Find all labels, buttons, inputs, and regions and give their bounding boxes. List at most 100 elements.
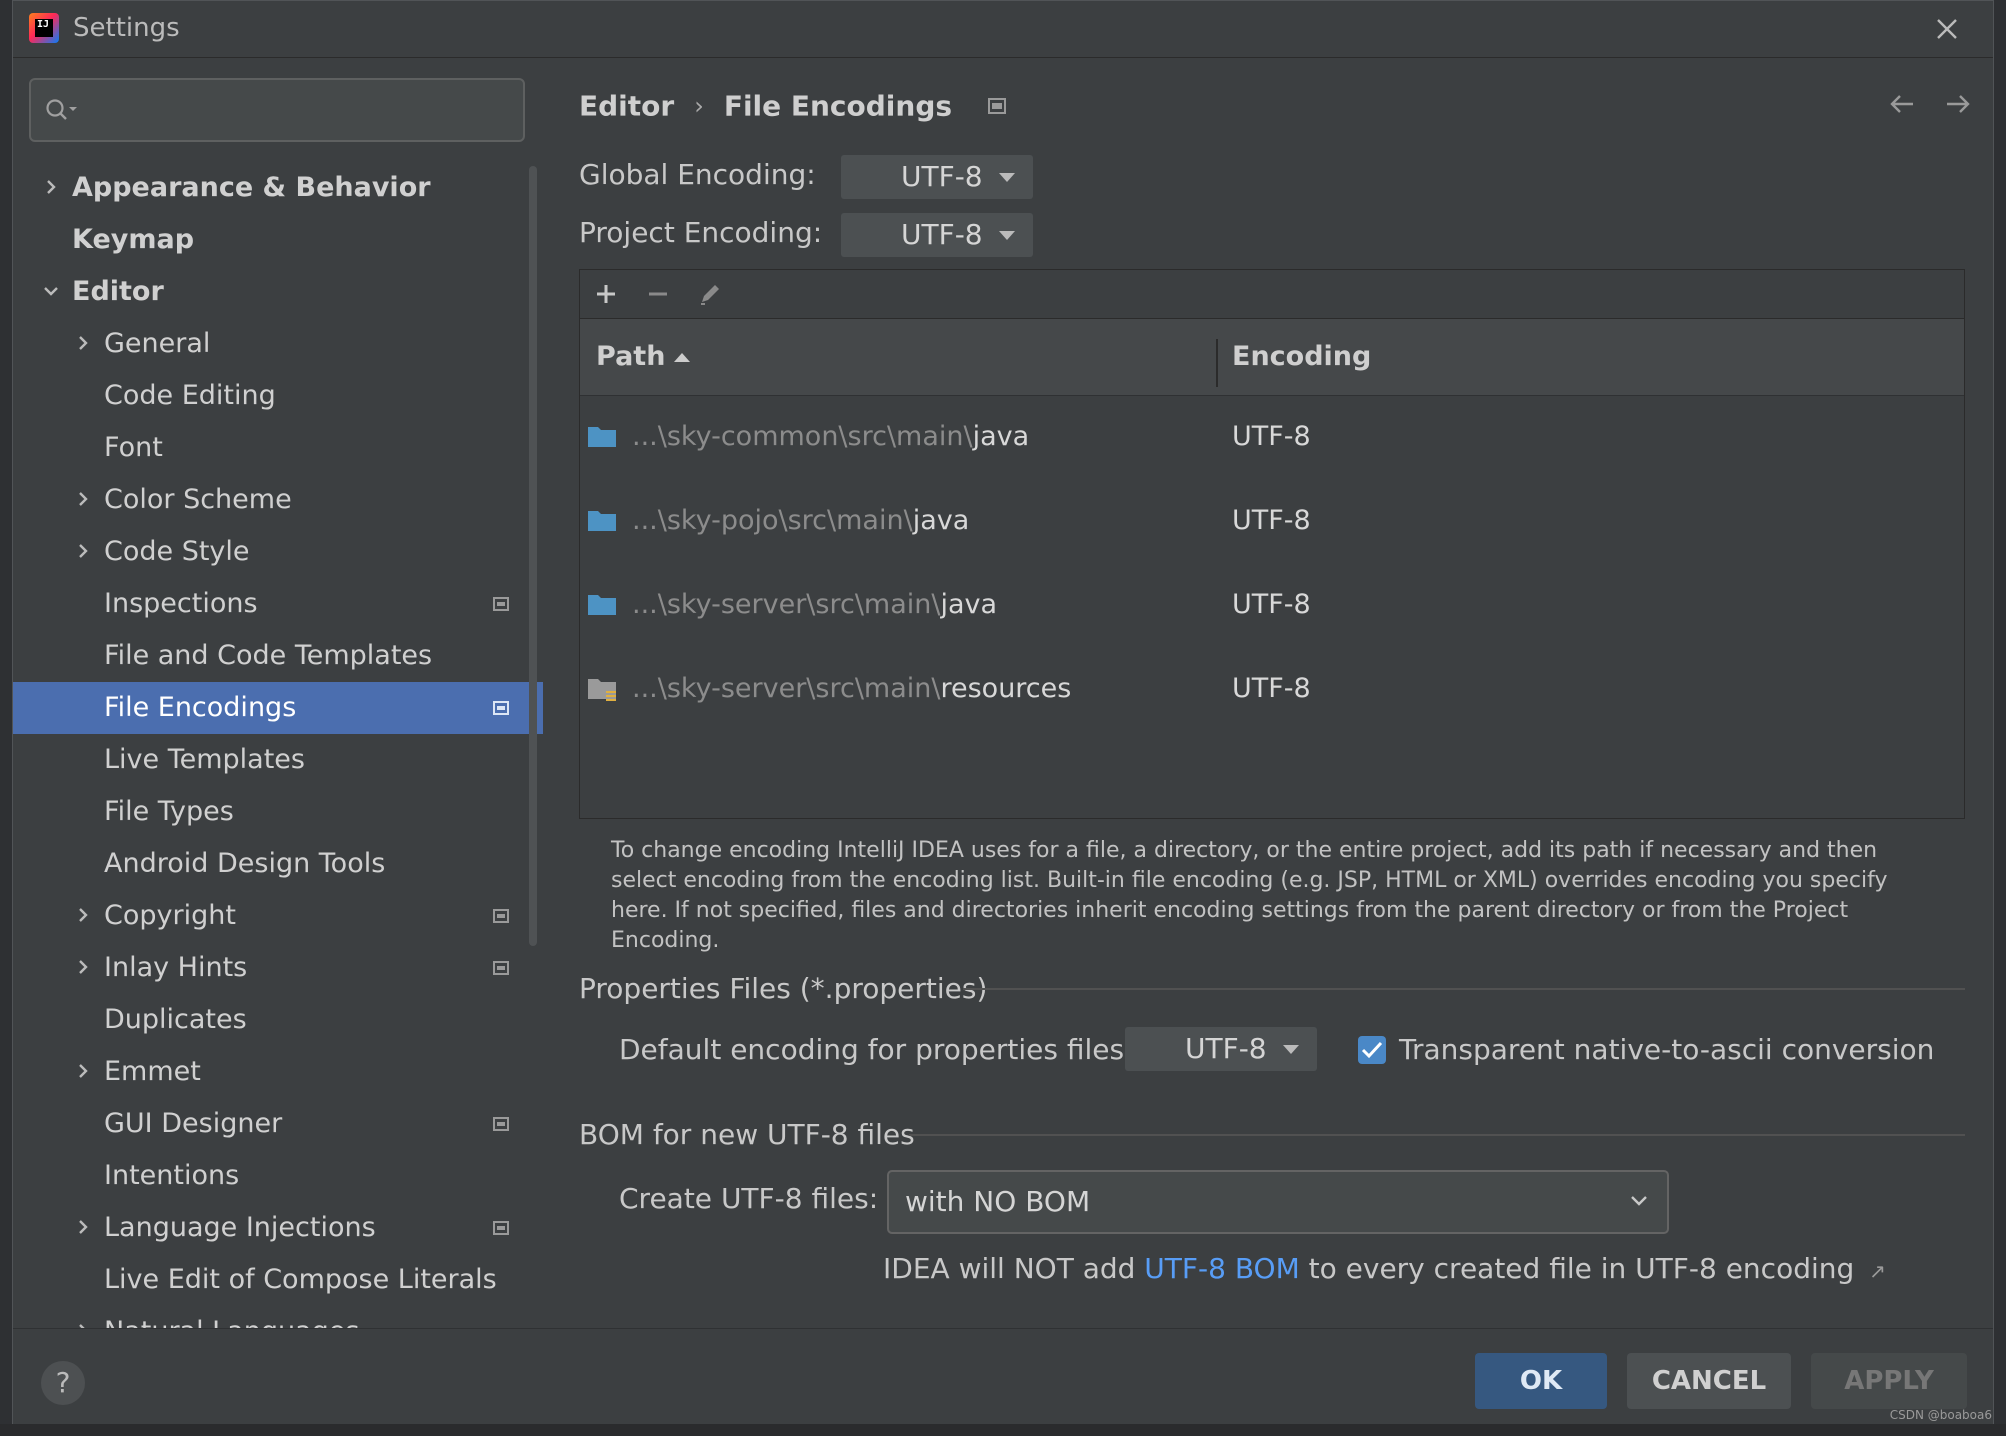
folder-icon [588, 595, 616, 615]
close-icon[interactable] [1931, 13, 1963, 45]
native-to-ascii-checkbox[interactable] [1358, 1036, 1386, 1064]
properties-encoding-select[interactable]: UTF-8 [1125, 1027, 1317, 1071]
table-row[interactable]: ...\sky-common\src\main\java UTF-8 [580, 395, 1964, 479]
sidebar-item-label: General [104, 328, 211, 359]
edit-icon[interactable] [694, 278, 726, 310]
sidebar-item-natural-languages[interactable]: Natural Languages [13, 1306, 543, 1328]
project-scope-icon [987, 98, 1006, 114]
breadcrumb-parent[interactable]: Editor [579, 90, 674, 123]
apply-button[interactable]: APPLY [1811, 1353, 1967, 1409]
sidebar-item-appearance-behavior[interactable]: Appearance & Behavior [13, 162, 543, 214]
utf8-bom-link[interactable]: UTF-8 BOM [1144, 1252, 1299, 1285]
row-encoding[interactable]: UTF-8 [1232, 563, 1311, 647]
sidebar-item-code-style[interactable]: Code Style [13, 526, 543, 578]
sidebar-item-file-and-code-templates[interactable]: File and Code Templates [13, 630, 543, 682]
native-to-ascii-label[interactable]: Transparent native-to-ascii conversion [1399, 1033, 1934, 1066]
sidebar-item-label: Natural Languages [104, 1306, 360, 1328]
bom-select[interactable]: with NO BOM [887, 1170, 1669, 1234]
sidebar-item-file-types[interactable]: File Types [13, 786, 543, 838]
encoding-help-text: To change encoding IntelliJ IDEA uses fo… [611, 838, 1888, 953]
sidebar-item-duplicates[interactable]: Duplicates [13, 994, 543, 1046]
properties-default-encoding-label: Default encoding for properties files: [619, 1033, 1134, 1066]
global-encoding-select[interactable]: UTF-8 [841, 155, 1033, 199]
sidebar-item-label: Intentions [104, 1160, 240, 1191]
chevron-right-icon[interactable] [73, 905, 93, 925]
sidebar-item-code-editing[interactable]: Code Editing [13, 370, 543, 422]
remove-icon[interactable] [642, 278, 674, 310]
chevron-right-icon[interactable] [73, 1321, 93, 1328]
row-path-leaf: java [972, 421, 1030, 452]
chevron-right-icon[interactable] [73, 541, 93, 561]
column-header-path[interactable]: Path [596, 319, 665, 395]
sidebar-item-emmet[interactable]: Emmet [13, 1046, 543, 1098]
sidebar-item-language-injections[interactable]: Language Injections [13, 1202, 543, 1254]
folder-icon [588, 511, 616, 531]
row-encoding[interactable]: UTF-8 [1232, 647, 1311, 731]
table-row[interactable]: ...\sky-server\src\main\resources UTF-8 [580, 647, 1964, 731]
chevron-right-icon[interactable] [73, 1217, 93, 1237]
project-scope-icon [493, 961, 509, 975]
project-scope-icon [493, 597, 509, 611]
ok-button[interactable]: OK [1475, 1353, 1607, 1409]
global-encoding-label: Global Encoding: [579, 158, 816, 191]
external-link-arrow-icon[interactable]: ↗ [1869, 1259, 1886, 1283]
sidebar-item-color-scheme[interactable]: Color Scheme [13, 474, 543, 526]
sidebar-item-live-edit-of-compose-literals[interactable]: Live Edit of Compose Literals [13, 1254, 543, 1306]
sidebar-item-label: Inspections [104, 588, 258, 619]
table-header: Path Encoding [580, 319, 1964, 396]
main-panel: Editor › File Encodings Global Encoding: U… [543, 58, 1993, 1328]
cancel-button[interactable]: CANCEL [1627, 1353, 1791, 1409]
project-encoding-select[interactable]: UTF-8 [841, 213, 1033, 257]
chevron-right-icon[interactable] [73, 333, 93, 353]
column-header-encoding[interactable]: Encoding [1232, 319, 1371, 395]
bom-section-title: BOM for new UTF-8 files [579, 1118, 915, 1151]
breadcrumb-separator: › [694, 92, 704, 120]
row-encoding[interactable]: UTF-8 [1232, 395, 1311, 479]
dialog-footer: ? OK CANCEL APPLY [13, 1328, 1993, 1424]
intellij-logo-icon: IJ [29, 13, 59, 43]
sidebar-item-label: Appearance & Behavior [72, 172, 431, 203]
sidebar-item-general[interactable]: General [13, 318, 543, 370]
chevron-down-icon [999, 231, 1015, 240]
sidebar-item-font[interactable]: Font [13, 422, 543, 474]
forward-arrow-icon[interactable] [1941, 88, 1973, 120]
sidebar-scrollbar[interactable] [529, 166, 537, 946]
add-icon[interactable] [590, 278, 622, 310]
project-scope-icon [493, 909, 509, 923]
table-row[interactable]: ...\sky-server\src\main\java UTF-8 [580, 563, 1964, 647]
sidebar-item-gui-designer[interactable]: GUI Designer [13, 1098, 543, 1150]
sidebar-item-label: Color Scheme [104, 484, 292, 515]
row-encoding[interactable]: UTF-8 [1232, 479, 1311, 563]
row-path-prefix: ...\sky-common\src\main\ [632, 421, 973, 452]
back-arrow-icon[interactable] [1887, 88, 1919, 120]
properties-section-title: Properties Files (*.properties) [579, 972, 988, 1005]
sidebar-item-copyright[interactable]: Copyright [13, 890, 543, 942]
checkmark-icon [1361, 1041, 1383, 1059]
chevron-right-icon[interactable] [73, 1061, 93, 1081]
sidebar-item-intentions[interactable]: Intentions [13, 1150, 543, 1202]
sidebar-item-label: Live Edit of Compose Literals [104, 1264, 497, 1295]
project-encoding-label: Project Encoding: [579, 216, 823, 249]
chevron-down-icon[interactable] [41, 281, 61, 301]
table-row[interactable]: ...\sky-pojo\src\main\java UTF-8 [580, 479, 1964, 563]
chevron-right-icon[interactable] [73, 957, 93, 977]
search-icon [46, 99, 77, 120]
search-input[interactable] [29, 78, 525, 142]
sidebar-item-label: Duplicates [104, 1004, 247, 1035]
sidebar-item-inspections[interactable]: Inspections [13, 578, 543, 630]
column-divider[interactable] [1216, 339, 1218, 387]
sidebar-item-file-encodings[interactable]: File Encodings [13, 682, 543, 734]
chevron-right-icon[interactable] [73, 489, 93, 509]
sidebar-item-keymap[interactable]: Keymap [13, 214, 543, 266]
chevron-right-icon[interactable] [41, 177, 61, 197]
sidebar-item-editor[interactable]: Editor [13, 266, 543, 318]
sidebar-item-label: Android Design Tools [104, 848, 386, 879]
bom-note-text: IDEA will NOT add [883, 1252, 1145, 1285]
sidebar-item-label: Inlay Hints [104, 952, 248, 983]
resources-folder-icon [588, 679, 616, 701]
properties-encoding-value: UTF-8 [1185, 1032, 1267, 1065]
sidebar-item-live-templates[interactable]: Live Templates [13, 734, 543, 786]
help-button[interactable]: ? [41, 1361, 85, 1405]
sidebar-item-inlay-hints[interactable]: Inlay Hints [13, 942, 543, 994]
sidebar-item-android-design-tools[interactable]: Android Design Tools [13, 838, 543, 890]
